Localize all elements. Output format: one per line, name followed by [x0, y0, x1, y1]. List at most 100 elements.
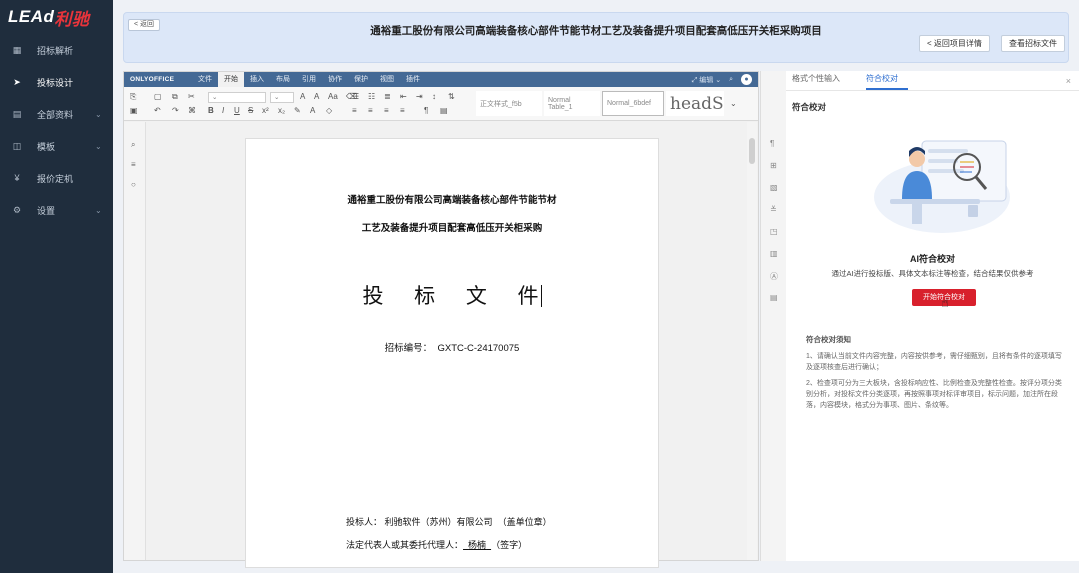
italic-icon[interactable]: I [222, 106, 224, 115]
select-icon[interactable]: ▢ [154, 92, 162, 101]
tab-references[interactable]: 引用 [296, 72, 322, 87]
shape-settings-icon[interactable]: ◳ [770, 227, 778, 236]
onlyoffice-logo: ONLYOFFICE [130, 76, 175, 83]
indent-decrease-icon[interactable]: ⇤ [400, 92, 407, 101]
logo-text-right: 利驰 [54, 9, 90, 29]
vertical-scrollbar[interactable] [747, 122, 757, 560]
format-painter-icon[interactable]: ⌘ [188, 106, 196, 115]
font-family-select[interactable]: ⌄ [208, 92, 266, 103]
style-heading[interactable]: headS [666, 91, 724, 116]
tab-protect[interactable]: 保护 [348, 72, 374, 87]
align-right-icon[interactable]: ≡ [384, 106, 389, 115]
tab-plugins[interactable]: 插件 [400, 72, 426, 87]
panel-heading: 符合校对 [792, 102, 827, 112]
font-size-select[interactable]: ⌄ [270, 92, 294, 103]
redo-icon[interactable]: ↷ [172, 106, 179, 115]
paragraph-mark-icon[interactable]: ¶ [424, 106, 428, 115]
avatar[interactable]: ● [741, 74, 752, 85]
superscript-icon[interactable]: x² [262, 106, 269, 115]
indent-increase-icon[interactable]: ⇥ [416, 92, 423, 101]
line-spacing-icon[interactable]: ↕ [432, 92, 436, 101]
style-normal[interactable]: Normal_6bdef [602, 91, 664, 116]
sidebar-item-all-materials[interactable]: ▤ 全部资料 ⌄ [0, 98, 113, 130]
chart-settings-icon[interactable]: ▥ [770, 249, 778, 258]
close-icon[interactable]: × [1066, 76, 1071, 86]
representative-line: 法定代表人或其委托代理人： 杨楠 （签字） [346, 538, 527, 551]
align-center-icon[interactable]: ≡ [368, 106, 373, 115]
underline-icon[interactable]: U [234, 106, 240, 115]
sidebar-item-templates[interactable]: ◫ 模板 ⌄ [0, 130, 113, 162]
cut-icon[interactable]: ✂ [188, 92, 195, 101]
ai-check-title: AI符合校对 [909, 254, 955, 264]
editor-toolbar: ⎘ ▣ ▢ ⧉ ✂ ↶ ↷ ⌘ ⌄ ⌄ A A Aa ⌫ B I U S x² … [124, 87, 758, 121]
note-item: 2、检查项可分为三大板块，含投标响应性、比例检查及完整性检查。按评分项分类别分析… [806, 380, 1062, 409]
shading-paragraph-icon[interactable]: ▤ [440, 106, 448, 115]
notes-title: 符合校对须知 [806, 335, 851, 344]
copy-format-icon[interactable]: ⧉ [172, 92, 178, 102]
increase-font-icon[interactable]: A [300, 92, 305, 101]
folder-icon: ▤ [12, 108, 22, 119]
comments-icon[interactable]: ≡ [131, 160, 136, 169]
sidebar-item-label: 招标解析 [37, 45, 74, 56]
sidebar-item-bid-design[interactable]: ➤ 投标设计 [0, 66, 113, 98]
back-to-project-button[interactable]: < 返回项目详情 [919, 35, 990, 52]
document-main-heading-text: 投 标 文 件 [362, 284, 551, 308]
table-settings-icon[interactable]: ⊞ [770, 161, 777, 170]
paragraph-settings-icon[interactable]: ¶ [770, 139, 774, 148]
tab-view[interactable]: 视图 [374, 72, 400, 87]
change-case-icon[interactable]: Aa [328, 92, 338, 101]
text-caret [540, 285, 542, 307]
copy-icon[interactable]: ⎘ [130, 92, 136, 102]
undo-icon[interactable]: ↶ [154, 106, 161, 115]
document-editor: ONLYOFFICE 文件 开始 插入 布局 引用 协作 保护 视图 插件 ⤢ … [123, 71, 759, 568]
style-normal-table[interactable]: Normal Table_1 [544, 91, 600, 116]
tab-format-input[interactable]: 格式个性输入 [792, 73, 850, 90]
tab-insert[interactable]: 插入 [244, 72, 270, 87]
representative-name-text: 杨楠 [468, 540, 487, 550]
shading-icon[interactable]: ◇ [326, 106, 332, 115]
align-left-icon[interactable]: ≡ [352, 106, 357, 115]
document-page[interactable]: 通裕重工股份有限公司高端装备核心部件节能节材 工艺及装备提升项目配套高低压开关柜… [245, 138, 659, 568]
header-footer-icon[interactable]: ≚ [770, 205, 777, 214]
styles-expand-icon[interactable]: ⌄ [730, 99, 737, 108]
editor-menubar: ONLYOFFICE 文件 开始 插入 布局 引用 协作 保护 视图 插件 ⤢ … [124, 72, 758, 87]
search-icon[interactable]: ⌕ [131, 140, 135, 150]
scrollbar-thumb[interactable] [749, 138, 755, 164]
bullets-icon[interactable]: ☰ [352, 92, 359, 101]
sidebar-item-bid-analysis[interactable]: ▦ 招标解析 [0, 34, 113, 66]
paste-icon[interactable]: ▣ [130, 106, 138, 115]
tab-home[interactable]: 开始 [218, 72, 244, 87]
template-icon: ◫ [12, 140, 22, 151]
multilevel-icon[interactable]: ≣ [384, 92, 391, 101]
chat-icon[interactable]: ○ [131, 180, 136, 189]
tab-file[interactable]: 文件 [192, 72, 218, 87]
view-tender-file-button[interactable]: 查看招标文件 [1001, 35, 1065, 52]
tab-layout[interactable]: 布局 [270, 72, 296, 87]
tab-compliance-check[interactable]: 符合校对 [866, 73, 908, 90]
font-color-icon[interactable]: A [310, 106, 315, 115]
edit-mode-button[interactable]: ⤢ 编辑 ⌄ [692, 75, 721, 85]
numbering-icon[interactable]: ☷ [368, 92, 375, 101]
main-area: < 返回 通裕重工股份有限公司高端装备核心部件节能节材工艺及装备提升项目配套高低… [113, 0, 1079, 573]
decrease-font-icon[interactable]: A [314, 92, 319, 101]
subscript-icon[interactable]: x₂ [278, 106, 285, 115]
sort-icon[interactable]: ⇅ [448, 92, 455, 101]
note-item: 1、请确认当前文件内容完整，内容按供参考，需仔细甄别，且将有条件的逐项填写及逐项… [806, 353, 1062, 371]
form-settings-icon[interactable]: ▤ [770, 293, 778, 302]
search-icon[interactable]: ⌕ [729, 76, 733, 84]
justify-icon[interactable]: ≡ [400, 106, 405, 115]
chevron-down-icon: ⌄ [95, 141, 102, 151]
highlight-icon[interactable]: ✎ [294, 106, 301, 115]
ai-check-description: 通过AI进行投标版、具体文本标注等检查，结合结果仅供参考 [831, 269, 1034, 278]
style-body-text[interactable]: 正文样式_f5b [476, 91, 542, 116]
app-logo: LEAd 利驰 [0, 0, 113, 34]
chevron-down-icon: ⌄ [95, 109, 102, 119]
sidebar-item-pricing[interactable]: ¥ 报价定机 [0, 162, 113, 194]
text-art-icon[interactable]: Ⓐ [770, 271, 778, 282]
logo-text-left: LEAd [8, 7, 55, 26]
bold-icon[interactable]: B [208, 106, 214, 115]
image-settings-icon[interactable]: ▧ [770, 183, 778, 192]
tab-collaboration[interactable]: 协作 [322, 72, 348, 87]
strikethrough-icon[interactable]: S [248, 106, 253, 115]
sidebar-item-settings[interactable]: ⚙ 设置 ⌄ [0, 194, 113, 226]
